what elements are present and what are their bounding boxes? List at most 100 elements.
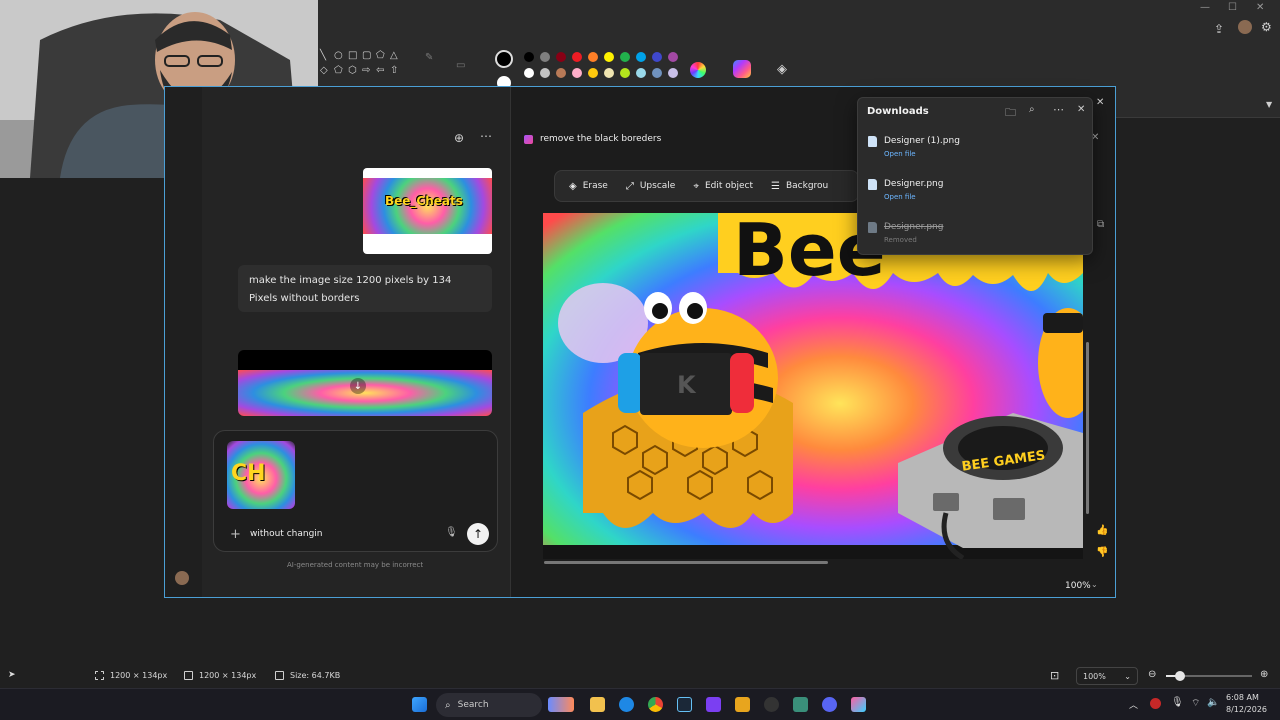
record-icon[interactable] <box>1150 698 1161 709</box>
tool-background[interactable]: ☰ Backgrou <box>771 181 828 192</box>
settings-gear-icon[interactable]: ⚙ <box>1261 20 1272 34</box>
thumbs-down-icon[interactable]: 👎 <box>1096 547 1108 558</box>
crop-icon[interactable]: ⧉ <box>1097 219 1104 230</box>
chrome-icon[interactable] <box>648 697 663 712</box>
close-downloads-icon[interactable]: ✕ <box>1077 104 1085 115</box>
arrow-right-shape-icon[interactable]: ⇨ <box>362 65 370 76</box>
color-light-turquoise[interactable] <box>636 68 646 78</box>
close-designer-icon[interactable]: ✕ <box>1096 97 1104 108</box>
rounded-rect-shape-icon[interactable]: ▢ <box>362 50 371 61</box>
more-options-icon[interactable]: ⋯ <box>480 129 492 143</box>
zoom-in-icon[interactable]: ⊕ <box>1260 669 1268 680</box>
more-options-icon[interactable]: ⋯ <box>1053 103 1064 116</box>
color-rose[interactable] <box>572 68 582 78</box>
color-blue-gray[interactable] <box>652 68 662 78</box>
tool-edit-object[interactable]: ⌖ Edit object <box>693 181 753 192</box>
new-chat-icon[interactable]: ⊕ <box>454 131 464 145</box>
rectangle-shape-icon[interactable]: □ <box>348 50 357 61</box>
vertical-scrollbar[interactable] <box>1086 342 1089 514</box>
search-icon[interactable]: ⌕ <box>1029 104 1035 115</box>
color-orange[interactable] <box>588 52 598 62</box>
primary-color-swatch[interactable] <box>495 50 513 68</box>
color-lavender[interactable] <box>668 68 678 78</box>
clock-time[interactable]: 6:08 AM <box>1226 693 1259 702</box>
open-file-link[interactable]: Open file <box>884 150 960 158</box>
tool-upscale[interactable]: ⤢ Upscale <box>626 181 676 192</box>
discord-icon[interactable] <box>822 697 837 712</box>
close-window-button[interactable]: ✕ <box>1256 2 1264 13</box>
color-light-yellow[interactable] <box>604 68 614 78</box>
color-black[interactable] <box>524 52 534 62</box>
zoom-select[interactable]: 100% ⌄ <box>1076 667 1138 685</box>
fit-to-window-icon[interactable]: ⊡ <box>1050 669 1059 682</box>
file-explorer-icon[interactable] <box>590 697 605 712</box>
show-hidden-icons[interactable]: ︿ <box>1129 698 1138 711</box>
fill-icon[interactable]: ▭ <box>456 60 465 71</box>
generated-banner-image[interactable]: ↓ <box>238 350 492 416</box>
color-indigo[interactable] <box>652 52 662 62</box>
minimize-button[interactable]: — <box>1200 2 1210 13</box>
layers-icon[interactable]: ◈ <box>777 62 787 77</box>
generated-image-thumbnail[interactable]: Bee_Cheats <box>363 168 492 254</box>
chevron-down-icon[interactable]: ⌄ <box>1091 580 1098 589</box>
line-shape-icon[interactable]: ╲ <box>320 50 326 61</box>
open-folder-icon[interactable]: 🗀 <box>1005 104 1016 123</box>
start-windows-icon[interactable] <box>412 697 427 712</box>
steam-icon[interactable] <box>677 697 692 712</box>
volume-icon[interactable]: 🔈 <box>1207 697 1219 708</box>
color-brown[interactable] <box>556 68 566 78</box>
copilot-icon[interactable] <box>733 60 751 78</box>
oval-shape-icon[interactable]: ○ <box>334 50 343 61</box>
send-button[interactable]: ↑ <box>467 523 489 545</box>
thumbs-up-icon[interactable]: 👍 <box>1096 525 1108 536</box>
avatar[interactable] <box>1238 20 1252 34</box>
share-icon[interactable]: ⇪ <box>1214 22 1224 36</box>
color-red[interactable] <box>572 52 582 62</box>
color-light-gray[interactable] <box>540 68 550 78</box>
color-green[interactable] <box>620 52 630 62</box>
download-icon[interactable]: ↓ <box>350 378 366 394</box>
prompt-input[interactable]: without changin <box>250 529 322 539</box>
arrow-left-shape-icon[interactable]: ⇦ <box>376 65 384 76</box>
folder-app-icon[interactable] <box>735 697 750 712</box>
edit-colors-icon[interactable] <box>690 62 706 78</box>
user-avatar[interactable] <box>175 571 189 585</box>
color-purple[interactable] <box>668 52 678 62</box>
messenger-icon[interactable] <box>619 697 634 712</box>
open-file-link[interactable]: Open file <box>884 193 943 201</box>
color-turquoise[interactable] <box>636 52 646 62</box>
app-icon[interactable] <box>793 697 808 712</box>
color-gray[interactable] <box>540 52 550 62</box>
maximize-button[interactable]: ☐ <box>1228 2 1237 13</box>
color-lime[interactable] <box>620 68 630 78</box>
attached-image-thumbnail[interactable]: CH <box>227 441 295 509</box>
github-icon[interactable] <box>764 697 779 712</box>
color-yellow[interactable] <box>604 52 614 62</box>
polygon-shape-icon[interactable]: ⬠ <box>376 50 385 61</box>
paint-app-icon[interactable] <box>851 697 866 712</box>
tool-erase[interactable]: ◈ Erase <box>569 181 608 192</box>
download-item-removed[interactable]: Designer.png Removed <box>868 222 943 244</box>
zoom-slider-thumb[interactable] <box>1175 671 1185 681</box>
pentagon-shape-icon[interactable]: ⬠ <box>334 65 343 76</box>
color-gold[interactable] <box>588 68 598 78</box>
download-item[interactable]: Designer.png Open file <box>868 179 943 201</box>
color-white[interactable] <box>524 68 534 78</box>
microphone-icon[interactable]: 🎙 <box>1171 697 1184 708</box>
canvas-zoom[interactable]: 100% <box>1065 581 1091 591</box>
horizontal-scrollbar[interactable] <box>544 561 828 564</box>
arrow-up-shape-icon[interactable]: ⇧ <box>390 65 398 76</box>
clock-date[interactable]: 8/12/2026 <box>1226 705 1267 714</box>
add-attachment-icon[interactable]: + <box>230 527 241 542</box>
twitch-icon[interactable] <box>706 697 721 712</box>
microphone-icon[interactable]: 🎙 <box>445 527 458 538</box>
chevron-down-icon[interactable]: ▼ <box>1266 100 1272 109</box>
color-dark-red[interactable] <box>556 52 566 62</box>
hexagon-shape-icon[interactable]: ⬡ <box>348 65 357 76</box>
taskbar-search[interactable]: ⌕ Search <box>436 693 542 717</box>
widgets-icon[interactable] <box>548 697 574 712</box>
outline-icon[interactable]: ✎ <box>425 52 433 63</box>
generated-image-canvas[interactable]: Bee K BEE GAMES <box>543 213 1083 559</box>
zoom-out-icon[interactable]: ⊖ <box>1148 669 1156 680</box>
triangle-shape-icon[interactable]: △ <box>390 50 398 61</box>
